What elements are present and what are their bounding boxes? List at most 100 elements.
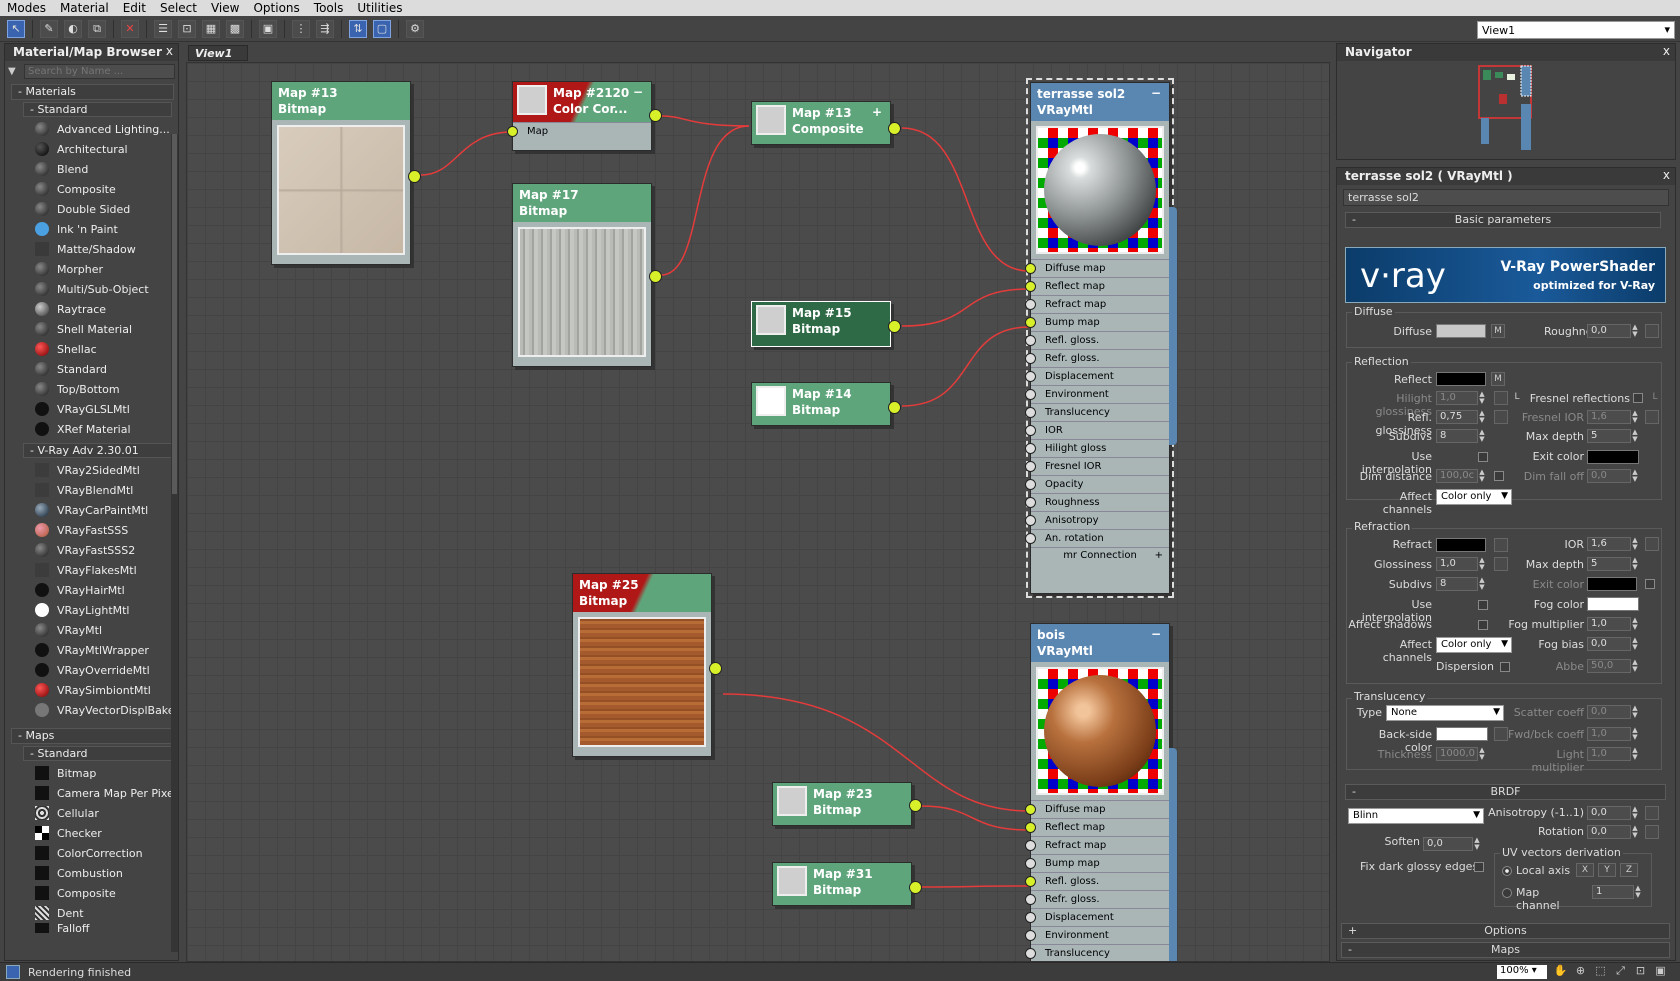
subdivs-field[interactable]: 8 [1436, 429, 1478, 443]
fix-dark-glossy-edges-checkbox[interactable] [1474, 862, 1484, 872]
list-item[interactable]: Combustion [35, 863, 178, 883]
rotation-field[interactable]: 0,0 [1587, 825, 1631, 839]
move-children-icon[interactable]: ☰ [154, 19, 172, 38]
input-pin[interactable] [1025, 299, 1036, 310]
output-pin[interactable] [709, 662, 722, 675]
list-item[interactable]: Shellac [35, 339, 178, 359]
assign-material-icon[interactable]: ⧉ [88, 19, 106, 38]
use-interpolation-checkbox[interactable] [1478, 452, 1488, 462]
scatter-coeff-field[interactable]: 0,0 [1587, 705, 1631, 719]
input-pin[interactable] [1025, 948, 1036, 959]
fresnel-lock-button[interactable]: L [1648, 391, 1662, 405]
anisotropy-map-button[interactable] [1645, 806, 1659, 820]
fog-multiplier-field[interactable]: 1,0 [1587, 617, 1631, 631]
node-map14-bitmap[interactable]: Map #14 Bitmap [751, 382, 901, 426]
fog-color-swatch[interactable] [1587, 597, 1639, 611]
list-item[interactable]: XRef Material [35, 419, 178, 439]
select-arrow-icon[interactable]: ↖ [7, 19, 25, 38]
spinner-icon[interactable]: ▲ ▼ [1631, 537, 1639, 551]
tab-view1[interactable]: View1 [188, 45, 248, 61]
spinner-icon[interactable]: ▲ ▼ [1631, 557, 1639, 571]
map-channel-field[interactable]: 1 [1592, 885, 1634, 899]
list-item[interactable]: Ink 'n Paint [35, 219, 178, 239]
list-item[interactable]: Morpher [35, 259, 178, 279]
spinner-icon[interactable]: ▲ ▼ [1631, 727, 1639, 741]
refract-map-button[interactable] [1494, 538, 1508, 552]
eyedropper-icon[interactable]: ✎ [40, 19, 58, 38]
list-item[interactable]: ColorCorrection [35, 843, 178, 863]
spinner-icon[interactable]: ▲ ▼ [1631, 324, 1639, 338]
list-item[interactable]: Matte/Shadow [35, 239, 178, 259]
node-header[interactable]: Map #17 Bitmap [513, 184, 651, 222]
node-map31-bitmap[interactable]: Map #31 Bitmap [772, 862, 922, 906]
fresnel-ior-map-button[interactable] [1645, 410, 1659, 424]
refl-glossiness-field[interactable]: 0,75 [1436, 410, 1478, 424]
input-pin[interactable] [1025, 876, 1036, 887]
spinner-icon[interactable]: ▲ ▼ [1631, 410, 1639, 424]
list-item[interactable]: VRaySimbiontMtl [35, 680, 178, 700]
spinner-icon[interactable]: ▲ ▼ [1634, 885, 1642, 899]
dim-distance-checkbox[interactable] [1494, 471, 1504, 481]
output-pin[interactable] [649, 270, 662, 283]
filter-icon[interactable]: ▼ [8, 66, 20, 77]
subdivs-field[interactable]: 8 [1436, 577, 1478, 591]
affect-channels-dropdown[interactable]: Color only ▼ [1436, 637, 1512, 653]
list-item[interactable]: Cellular [35, 803, 178, 823]
list-item[interactable]: VRayGLSLMtl [35, 399, 178, 419]
fresnel-ior-field[interactable]: 1,6 [1587, 410, 1631, 424]
node-header[interactable]: bois VRayMtl − [1031, 624, 1169, 662]
list-item[interactable]: Double Sided [35, 199, 178, 219]
node-map13-composite[interactable]: Map #13 Composite + [751, 101, 901, 145]
pan-hand-icon[interactable]: ✋ [1553, 964, 1568, 979]
node-map17-bitmap[interactable]: Map #17 Bitmap [512, 183, 662, 367]
nodes-layout-icon[interactable]: ⇶ [316, 19, 334, 38]
list-item[interactable]: VRayHairMtl [35, 580, 178, 600]
node-header[interactable]: Map #13 Composite + [752, 102, 890, 144]
spinner-icon[interactable]: ▲ ▼ [1631, 747, 1639, 761]
output-pin[interactable] [888, 401, 901, 414]
input-pin[interactable] [1025, 425, 1036, 436]
spinner-icon[interactable]: ▲ ▼ [1478, 410, 1486, 424]
delete-icon[interactable]: ✕ [121, 19, 139, 38]
dispersion-checkbox[interactable] [1500, 662, 1510, 672]
zoom-extents-icon[interactable]: ⤢ [1613, 964, 1628, 979]
list-item[interactable]: Checker [35, 823, 178, 843]
group-maps[interactable]: - Maps [11, 728, 174, 744]
list-item[interactable]: Advanced Lighting... [35, 119, 178, 139]
view-selector[interactable]: View1 ▾ [1477, 21, 1675, 39]
refr-gloss-map-button[interactable] [1494, 557, 1508, 571]
output-pin[interactable] [408, 170, 421, 183]
material-name-field[interactable]: terrasse sol2 [1343, 189, 1669, 206]
input-pin[interactable] [1025, 840, 1036, 851]
back-side-color-swatch[interactable] [1436, 727, 1488, 741]
spinner-icon[interactable]: ▲ ▼ [1631, 429, 1639, 443]
maximize-icon[interactable]: ▣ [1653, 964, 1668, 979]
input-pin[interactable] [1025, 497, 1036, 508]
map-channel-radio[interactable] [1502, 888, 1512, 898]
spinner-icon[interactable]: ▲ ▼ [1631, 705, 1639, 719]
list-item[interactable]: Architectural [35, 139, 178, 159]
hilight-glossiness-field[interactable]: 1,0 [1436, 391, 1478, 405]
input-pin[interactable] [1025, 407, 1036, 418]
scrollbar-thumb[interactable] [172, 134, 177, 494]
exit-color-checkbox[interactable] [1645, 579, 1655, 589]
menu-utilities[interactable]: Utilities [350, 1, 409, 15]
node-header[interactable]: Map #13 Bitmap [272, 82, 410, 120]
rollout-basic-parameters[interactable]: - Basic parameters [1345, 212, 1661, 228]
input-pin[interactable] [1025, 894, 1036, 905]
list-item[interactable]: Camera Map Per Pixel [35, 783, 178, 803]
input-pin[interactable] [1025, 479, 1036, 490]
spinner-icon[interactable]: ▲ ▼ [1478, 469, 1486, 483]
list-item[interactable]: Dent [35, 903, 178, 923]
dim-distance-field[interactable]: 100,0c [1436, 469, 1478, 483]
subgroup-maps-standard[interactable]: - Standard [23, 746, 172, 761]
diffuse-color-swatch[interactable] [1436, 324, 1486, 338]
checker-background-icon[interactable]: ▦ [202, 19, 220, 38]
list-item[interactable]: Shell Material [35, 319, 178, 339]
translucency-type-dropdown[interactable]: None ▼ [1386, 705, 1504, 721]
rollout-maps[interactable]: - Maps [1341, 942, 1670, 958]
list-item[interactable]: Raytrace [35, 299, 178, 319]
list-item[interactable]: Bitmap [35, 763, 178, 783]
output-pin[interactable] [909, 799, 922, 812]
input-pin[interactable] [1025, 930, 1036, 941]
